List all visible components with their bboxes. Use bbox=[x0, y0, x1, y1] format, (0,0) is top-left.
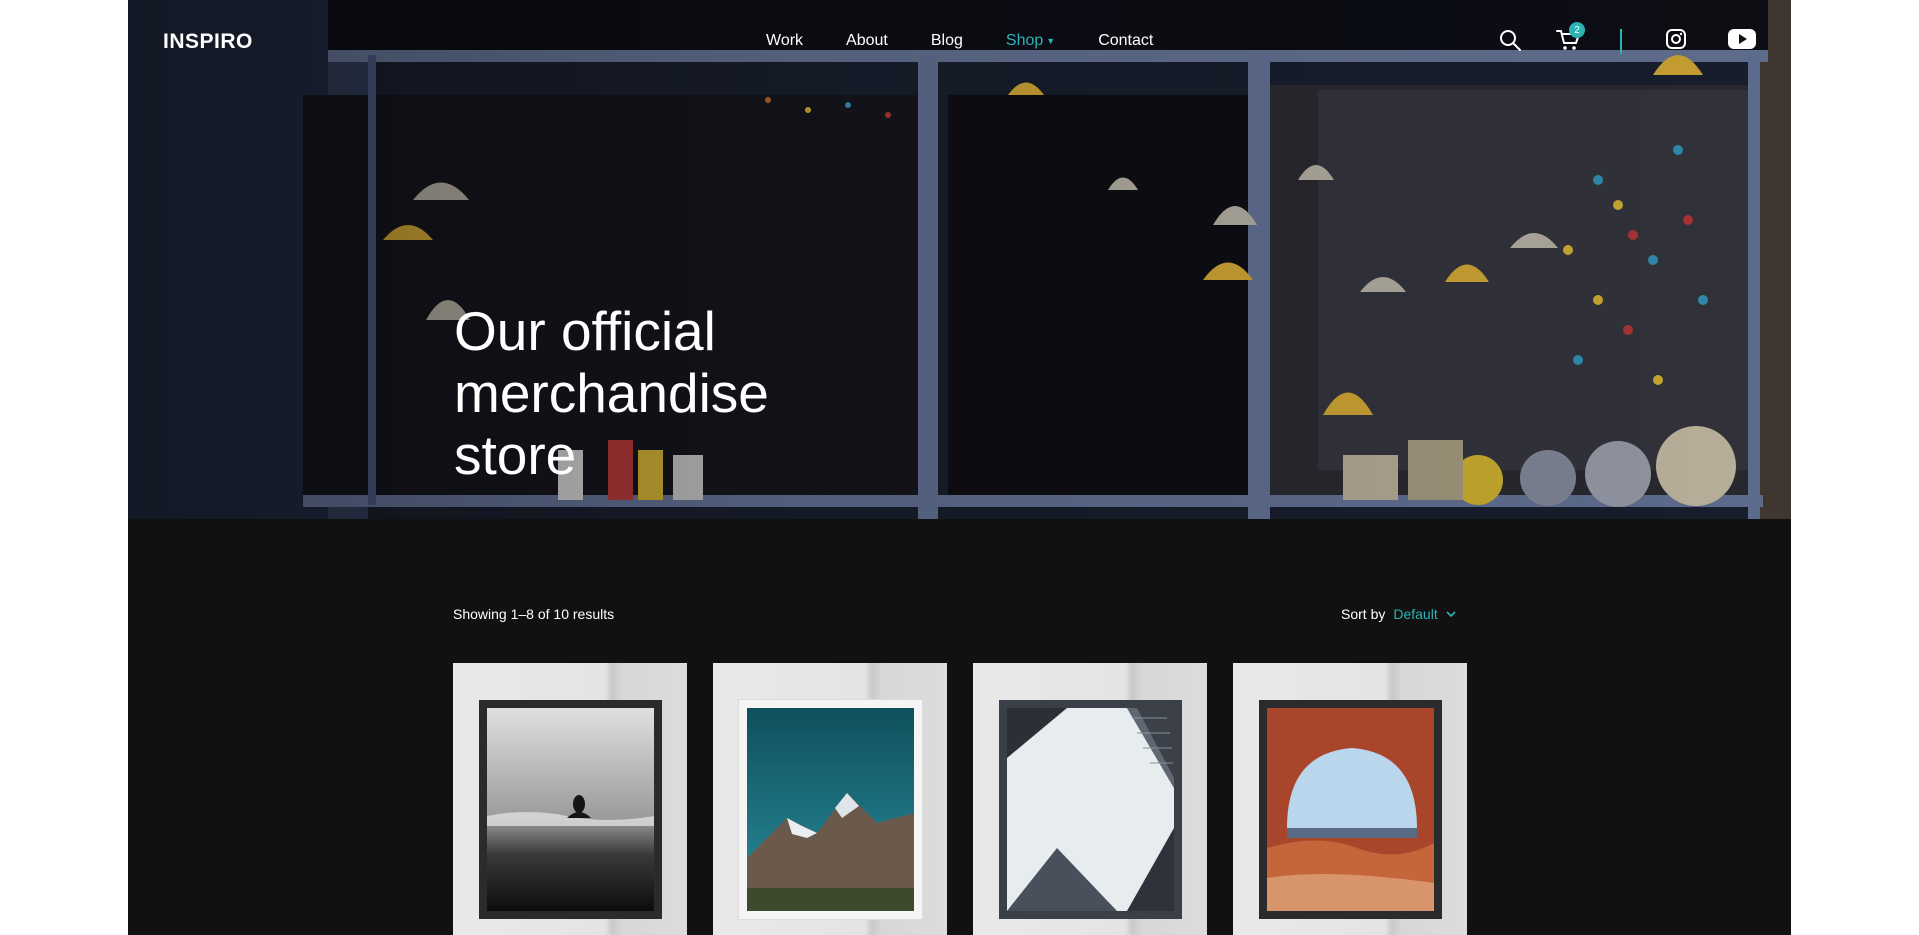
product-card[interactable] bbox=[1233, 663, 1467, 935]
nav-divider bbox=[1620, 29, 1622, 54]
results-count: Showing 1–8 of 10 results bbox=[453, 606, 615, 622]
hero-title: Our official merchandise store bbox=[454, 300, 874, 486]
product-card[interactable] bbox=[453, 663, 687, 935]
sort-label: Sort by bbox=[1341, 606, 1386, 622]
hero-overlay bbox=[128, 0, 1791, 519]
youtube-icon bbox=[1728, 29, 1756, 49]
product-image[interactable] bbox=[747, 708, 914, 911]
sort-select[interactable]: Default bbox=[1393, 606, 1437, 622]
hero-title-line: store bbox=[454, 424, 577, 486]
search-icon bbox=[1500, 30, 1521, 51]
product-image[interactable] bbox=[1007, 708, 1174, 911]
hero-section: INSPIRO Work About Blog Shop ▼ Contact 2… bbox=[128, 0, 1791, 519]
page: INSPIRO Work About Blog Shop ▼ Contact 2… bbox=[128, 0, 1791, 935]
product-card[interactable] bbox=[973, 663, 1207, 935]
poster-frame bbox=[999, 700, 1182, 919]
product-card[interactable] bbox=[713, 663, 947, 935]
poster-frame bbox=[479, 700, 662, 919]
cart-button[interactable]: 2 bbox=[1555, 22, 1585, 57]
poster-frame bbox=[739, 700, 922, 919]
instagram-link[interactable] bbox=[1665, 28, 1687, 55]
sort-control[interactable]: Sort by Default bbox=[1341, 606, 1456, 622]
chevron-down-icon[interactable] bbox=[1446, 610, 1456, 618]
youtube-link[interactable] bbox=[1727, 28, 1757, 55]
hero-title-line: merchandise bbox=[454, 362, 769, 424]
search-button[interactable] bbox=[1498, 28, 1522, 57]
nav-tools: 2 bbox=[128, 22, 1791, 57]
poster-frame bbox=[1259, 700, 1442, 919]
hero-title-line: Our official bbox=[454, 300, 716, 362]
product-image[interactable] bbox=[487, 708, 654, 911]
product-image[interactable] bbox=[1267, 708, 1434, 911]
instagram-icon bbox=[1666, 29, 1686, 49]
cart-count-badge: 2 bbox=[1569, 22, 1585, 38]
